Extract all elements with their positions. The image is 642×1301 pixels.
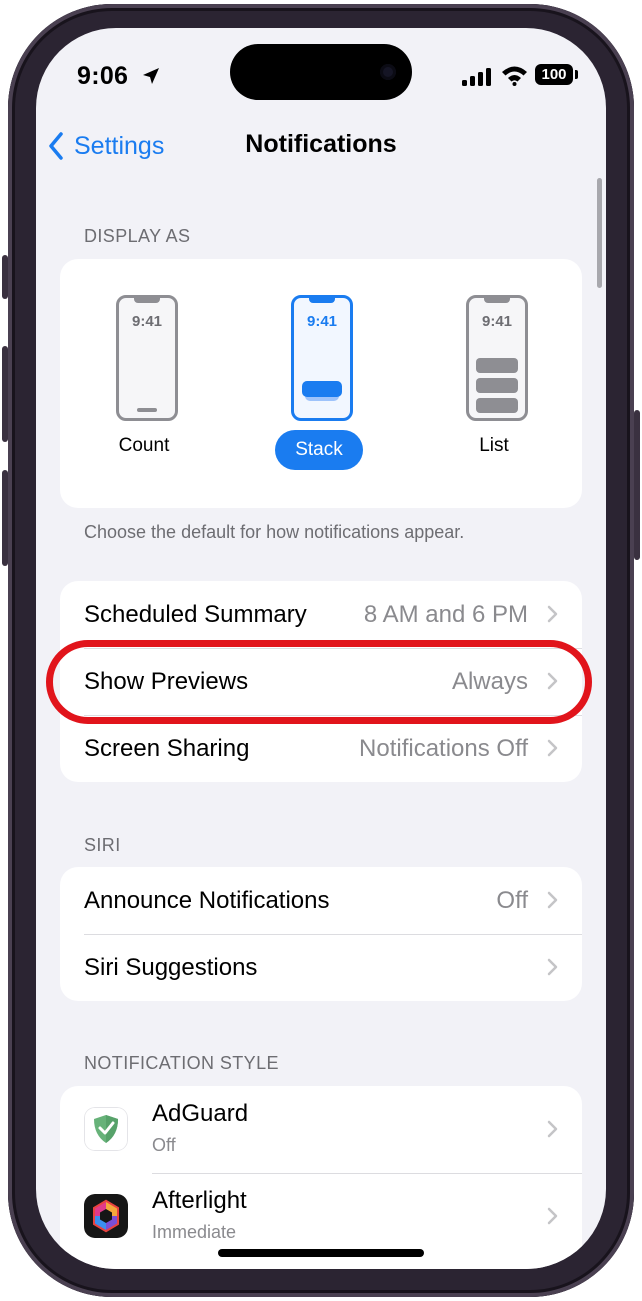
app-row-adguard[interactable]: AdGuard Off — [60, 1086, 582, 1173]
section-header-siri: SIRI — [84, 835, 121, 855]
row-label: Announce Notifications — [84, 887, 330, 914]
display-as-card: 9:41 Count 9:41 Stack 9:41 List — [60, 259, 582, 508]
row-value: 8 AM and 6 PM — [363, 601, 528, 628]
chevron-right-icon — [547, 891, 558, 909]
app-row-afterlight[interactable]: Afterlight Immediate — [60, 1173, 582, 1260]
power-button — [634, 410, 640, 560]
afterlight-hexagon-icon — [84, 1194, 128, 1238]
app-notification-status: Immediate — [152, 1222, 237, 1242]
chevron-right-icon — [547, 739, 558, 757]
count-preview-time: 9:41 — [131, 313, 163, 330]
notification-style-card: AdGuard Off Afterlight Immediate — [60, 1086, 582, 1269]
row-label: Scheduled Summary — [84, 601, 307, 628]
row-value: Off — [496, 887, 528, 914]
battery-icon: 100 — [535, 64, 573, 85]
scroll-indicator[interactable] — [597, 178, 602, 288]
app-name: AdGuard — [152, 1100, 249, 1127]
row-scheduled-summary[interactable]: Scheduled Summary 8 AM and 6 PM — [60, 581, 582, 648]
front-camera-icon — [380, 64, 396, 80]
status-time: 9:06 — [77, 62, 129, 90]
dynamic-island — [230, 44, 412, 100]
chevron-right-icon — [547, 958, 558, 976]
count-preview-phone-icon: 9:41 — [116, 295, 178, 421]
phone-screen: 9:06 100 Settings Notifications DISPLAY … — [36, 28, 606, 1269]
row-label: Siri Suggestions — [84, 954, 258, 981]
chevron-right-icon — [547, 605, 558, 623]
row-siri-suggestions[interactable]: Siri Suggestions — [60, 934, 582, 1001]
app-notification-status: Off — [152, 1135, 176, 1155]
list-preview-time: 9:41 — [481, 313, 513, 330]
row-value: Always — [451, 668, 528, 695]
section-header-notification-style: NOTIFICATION STYLE — [84, 1053, 279, 1073]
chevron-right-icon — [547, 672, 558, 690]
cellular-signal-icon — [462, 68, 491, 86]
stack-preview-time: 9:41 — [306, 313, 338, 330]
navigation-bar: Settings Notifications — [36, 120, 606, 180]
wifi-icon — [502, 66, 527, 86]
siri-settings-card: Announce Notifications Off Siri Suggesti… — [60, 867, 582, 1001]
display-option-stack-label: Stack — [275, 430, 363, 470]
display-as-footer: Choose the default for how notifications… — [84, 522, 465, 542]
action-button — [2, 255, 8, 299]
chevron-right-icon — [547, 1120, 558, 1138]
stack-preview-phone-icon: 9:41 — [291, 295, 353, 421]
section-header-display-as: DISPLAY AS — [84, 226, 191, 246]
row-value: Notifications Off — [359, 735, 528, 762]
display-option-count-label: Count — [118, 435, 170, 456]
row-label: Screen Sharing — [84, 735, 250, 762]
row-show-previews[interactable]: Show Previews Always — [60, 648, 582, 715]
status-bar: 9:06 100 — [36, 28, 606, 124]
general-settings-card: Scheduled Summary 8 AM and 6 PM Show Pre… — [60, 581, 582, 782]
page-title: Notifications — [245, 130, 397, 158]
row-announce-notifications[interactable]: Announce Notifications Off — [60, 867, 582, 934]
row-screen-sharing[interactable]: Screen Sharing Notifications Off — [60, 715, 582, 782]
chevron-right-icon — [547, 1207, 558, 1225]
display-option-list-label: List — [479, 435, 509, 456]
adguard-shield-icon — [84, 1107, 128, 1151]
home-indicator[interactable] — [218, 1249, 424, 1257]
location-arrow-icon — [143, 68, 159, 84]
row-label: Show Previews — [84, 668, 249, 695]
volume-down-button — [2, 470, 8, 566]
battery-tip — [575, 70, 578, 79]
app-name: Afterlight — [152, 1187, 247, 1214]
volume-up-button — [2, 346, 8, 442]
list-preview-phone-icon: 9:41 — [466, 295, 528, 421]
